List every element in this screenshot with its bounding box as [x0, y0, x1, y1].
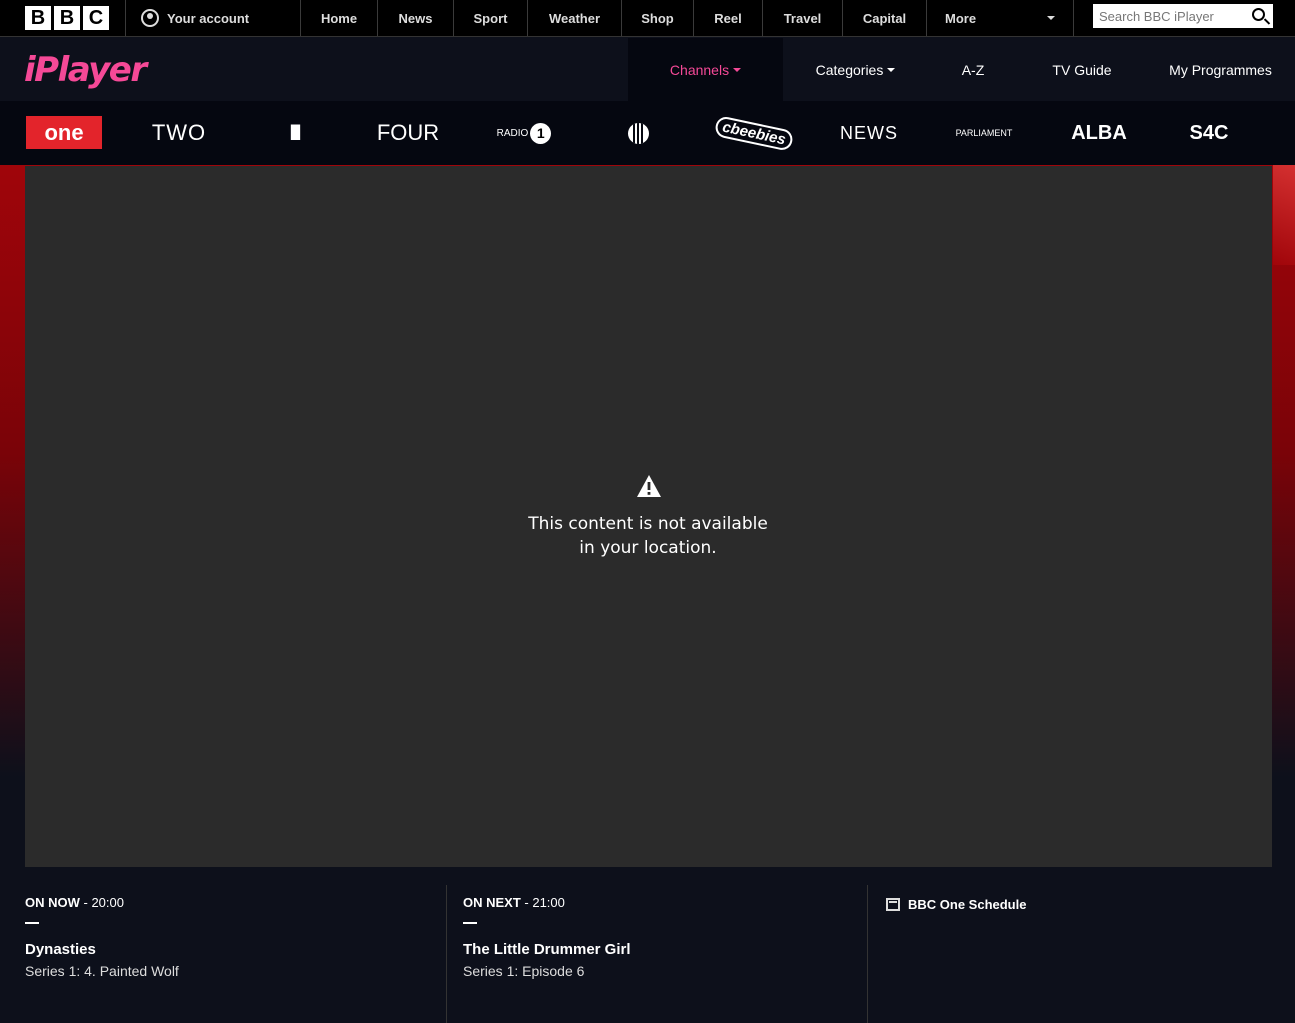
channel-bbc-four[interactable]: FOUR — [368, 101, 448, 165]
bbc-logo-letter: B — [25, 6, 51, 30]
channel-bbc-one[interactable]: one — [26, 116, 102, 149]
iplayer-header: iPlayer Channels Categories A-Z TV Guide… — [0, 38, 1295, 101]
on-now-time-value: - 20:00 — [79, 895, 124, 910]
chevron-down-icon — [1047, 16, 1055, 20]
global-nav-bar: B B C Your account Home News Sport Weath… — [0, 0, 1295, 37]
channel-s4c[interactable]: S4C — [1180, 101, 1238, 165]
on-next-panel[interactable]: ON NEXT - 21:00 The Little Drummer Girl … — [446, 885, 867, 1023]
tab-channels[interactable]: Channels — [628, 38, 783, 101]
channel-cbbc[interactable] — [618, 101, 658, 165]
iplayer-nav: Channels Categories A-Z TV Guide My Prog… — [628, 38, 1295, 101]
schedule-strip: ON NOW - 20:00 Dynasties Series 1: 4. Pa… — [0, 885, 1295, 1023]
tab-channels-label: Channels — [669, 61, 730, 78]
radio1-number: 1 — [530, 122, 552, 144]
tab-tv-guide-label: TV Guide — [1052, 61, 1112, 78]
channel-bbc-alba[interactable]: ALBA — [1064, 101, 1134, 165]
search-box — [1093, 4, 1273, 28]
on-now-panel[interactable]: ON NOW - 20:00 Dynasties Series 1: 4. Pa… — [25, 885, 446, 1023]
global-nav-links: Home News Sport Weather Shop Reel Travel… — [301, 0, 1074, 36]
calendar-icon — [886, 898, 900, 911]
unavailable-message: This content is not available in your lo… — [448, 512, 848, 560]
nav-capital[interactable]: Capital — [843, 0, 927, 36]
nav-shop[interactable]: Shop — [622, 0, 694, 36]
on-next-time: ON NEXT - 21:00 — [463, 895, 867, 910]
on-now-episode: Series 1: 4. Painted Wolf — [25, 963, 179, 979]
on-next-time-value: - 21:00 — [520, 895, 565, 910]
nav-sport[interactable]: Sport — [454, 0, 528, 36]
chevron-down-icon — [887, 67, 896, 72]
nav-more-label: More — [945, 10, 977, 26]
bbc-logo[interactable]: B B C — [0, 0, 126, 36]
message-line-2: in your location. — [579, 538, 717, 558]
on-next-title: The Little Drummer Girl — [463, 941, 631, 958]
tab-my-programmes-label: My Programmes — [1169, 61, 1272, 78]
on-now-time: ON NOW - 20:00 — [25, 895, 446, 910]
schedule-link[interactable]: BBC One Schedule — [886, 897, 1295, 912]
on-next-label: ON NEXT — [463, 895, 521, 910]
channel-bbc-news[interactable]: NEWS — [832, 101, 906, 165]
channel-bbc-parliament[interactable]: PARLIAMENT — [944, 101, 1024, 165]
message-line-1: This content is not available — [528, 514, 768, 534]
nav-travel[interactable]: Travel — [763, 0, 843, 36]
channel-radio-1[interactable]: RADIO 1 — [486, 101, 562, 165]
iplayer-logo[interactable]: iPlayer — [24, 50, 147, 90]
bbc-logo-letter: B — [54, 6, 80, 30]
cbeebies-label: cbeebies — [713, 114, 795, 152]
account-link[interactable]: Your account — [126, 0, 301, 36]
tab-a-z[interactable]: A-Z — [928, 38, 1018, 101]
chevron-down-icon — [733, 67, 742, 72]
divider — [463, 922, 477, 924]
channel-bbc-two[interactable]: TWO — [140, 101, 218, 165]
account-label: Your account — [167, 10, 250, 26]
tab-a-z-label: A-Z — [961, 61, 985, 78]
radio1-label: RADIO — [496, 127, 529, 139]
tab-my-programmes[interactable]: My Programmes — [1146, 38, 1295, 101]
channel-bbc-three[interactable]: III — [274, 101, 314, 165]
schedule-link-label: BBC One Schedule — [908, 897, 1027, 912]
on-next-episode: Series 1: Episode 6 — [463, 963, 585, 979]
cbbc-logo-icon — [627, 122, 649, 144]
nav-home[interactable]: Home — [301, 0, 378, 36]
on-now-label: ON NOW — [25, 895, 80, 910]
search-input[interactable] — [1099, 8, 1244, 24]
divider — [25, 922, 39, 924]
channel-bar: one TWO III FOUR RADIO 1 cbeebies NEWS P… — [0, 101, 1295, 165]
tab-categories-label: Categories — [815, 61, 884, 78]
account-icon — [141, 9, 159, 27]
on-now-title: Dynasties — [25, 941, 96, 958]
schedule-link-panel: BBC One Schedule — [867, 885, 1295, 1023]
tab-tv-guide[interactable]: TV Guide — [1018, 38, 1146, 101]
nav-more-dropdown[interactable]: More — [927, 0, 1074, 36]
channel-cbeebies[interactable]: cbeebies — [713, 101, 795, 165]
warning-icon — [637, 475, 661, 497]
search-icon[interactable] — [1252, 8, 1265, 21]
bbc-logo-letter: C — [83, 6, 109, 30]
nav-reel[interactable]: Reel — [694, 0, 763, 36]
nav-weather[interactable]: Weather — [528, 0, 622, 36]
tab-categories[interactable]: Categories — [783, 38, 928, 101]
nav-news[interactable]: News — [378, 0, 454, 36]
